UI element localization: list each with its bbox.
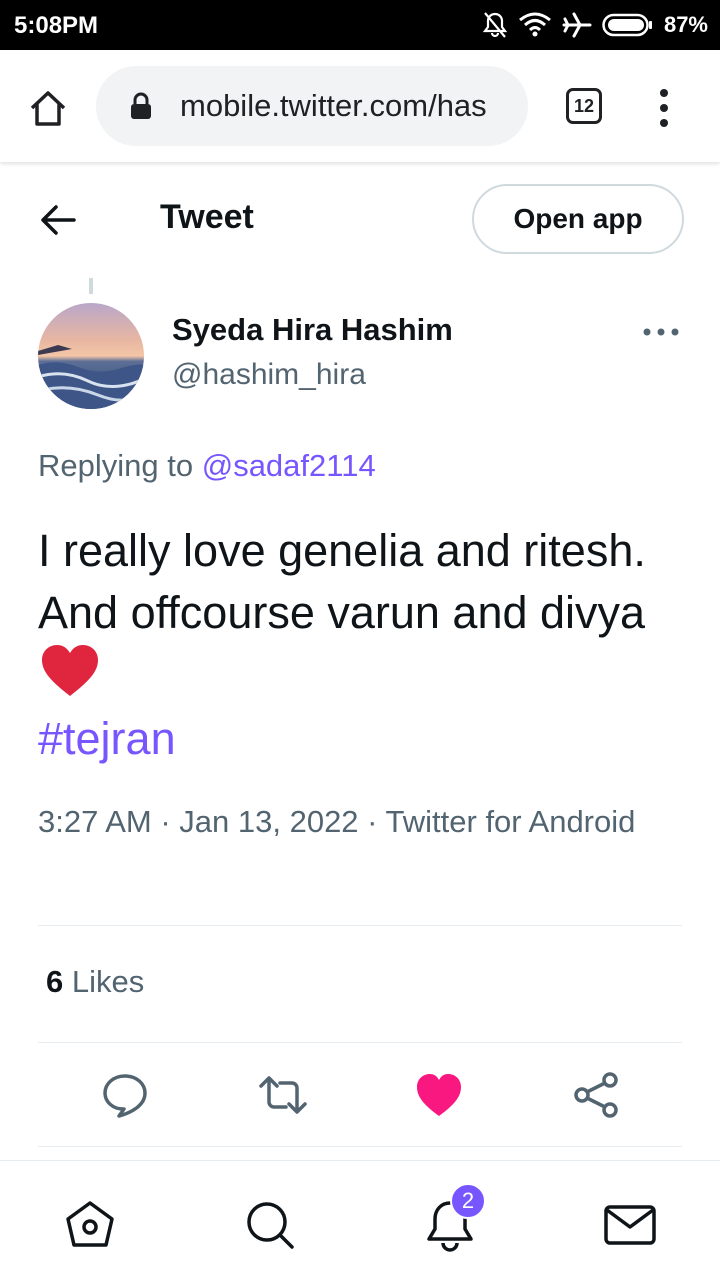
notification-badge: 2 <box>450 1183 486 1219</box>
back-arrow-icon[interactable] <box>38 200 78 240</box>
likes-summary[interactable]: 6 Likes <box>46 964 144 1000</box>
bell-off-icon <box>482 12 508 38</box>
reply-icon[interactable] <box>100 1070 150 1120</box>
avatar[interactable] <box>38 303 144 409</box>
wifi-icon <box>519 12 551 37</box>
tweet-header: Tweet Open app <box>0 162 720 272</box>
author-handle[interactable]: @hashim_hira <box>172 358 366 392</box>
messages-mail-icon[interactable] <box>602 1197 658 1253</box>
lock-icon <box>131 92 151 119</box>
red-heart-icon <box>42 645 98 696</box>
page-title: Tweet <box>160 198 254 236</box>
replying-to-link[interactable]: @sadaf2114 <box>202 448 376 483</box>
more-horizontal-icon[interactable] <box>640 318 682 346</box>
author-name[interactable]: Syeda Hira Hashim <box>172 312 453 348</box>
battery-icon <box>602 13 652 37</box>
address-bar[interactable]: mobile.twitter.com/has <box>96 66 528 146</box>
retweet-icon[interactable] <box>258 1070 308 1120</box>
likes-label: Likes <box>63 964 145 999</box>
replying-to: Replying to @sadaf2114 <box>38 448 376 484</box>
search-nav-icon[interactable] <box>242 1197 298 1253</box>
like-icon[interactable] <box>414 1070 464 1120</box>
url-text: mobile.twitter.com/has <box>180 88 487 123</box>
browser-toolbar: mobile.twitter.com/has 12 <box>0 50 720 162</box>
home-icon[interactable] <box>26 86 70 130</box>
tab-switcher-button[interactable]: 12 <box>566 88 602 124</box>
avatar-image <box>38 303 144 409</box>
replying-prefix: Replying to <box>38 448 202 483</box>
share-icon[interactable] <box>572 1070 622 1120</box>
divider <box>38 1042 682 1043</box>
bottom-navigation: 2 <box>0 1160 720 1280</box>
thread-connector <box>89 278 93 294</box>
airplane-icon <box>562 12 592 38</box>
tweet-body: I really love genelia and ritesh. And of… <box>38 525 646 638</box>
status-bar: 5:08PM 87% <box>0 0 720 50</box>
tweet-timestamp[interactable]: 3:27 AM · Jan 13, 2022 · Twitter for And… <box>38 800 658 844</box>
battery-percent: 87% <box>663 12 708 37</box>
more-vert-icon[interactable] <box>652 86 676 130</box>
divider <box>38 1146 682 1147</box>
hashtag-link[interactable]: #tejran <box>38 708 688 770</box>
home-nav-icon[interactable] <box>62 1197 118 1253</box>
tweet-text: I really love genelia and ritesh. And of… <box>38 520 688 770</box>
status-icons: 87% <box>482 10 708 40</box>
likes-count: 6 <box>46 964 64 999</box>
status-time: 5:08PM <box>14 12 99 39</box>
divider <box>38 925 682 926</box>
open-app-button[interactable]: Open app <box>472 184 684 254</box>
